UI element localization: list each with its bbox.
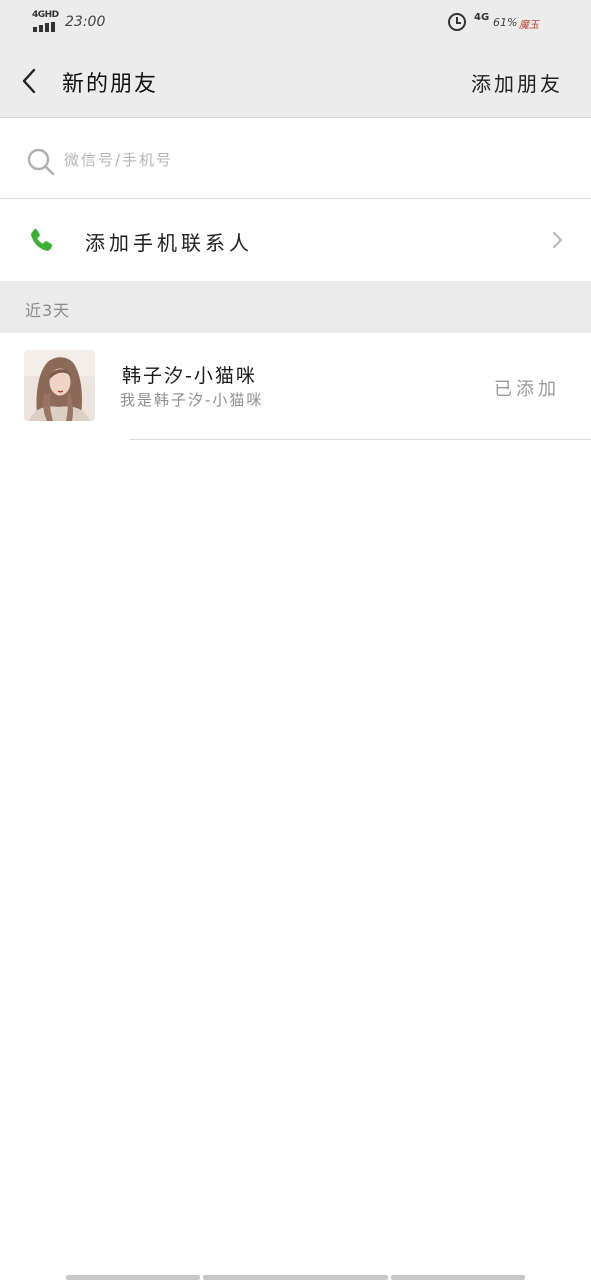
divider xyxy=(130,439,591,440)
avatar-image xyxy=(24,350,95,421)
section-label: 近3天 xyxy=(25,301,71,320)
top-area: 4GHD 23:00 4G 61% 魔玉 新的朋友 添加朋友 xyxy=(0,0,591,118)
chevron-right-icon xyxy=(552,231,563,249)
friend-message: 我是韩子汐-小猫咪 xyxy=(120,391,264,409)
chevron-left-icon xyxy=(22,68,36,94)
nav-bar: 新的朋友 添加朋友 xyxy=(0,46,591,118)
battery-level: 61% xyxy=(493,16,518,29)
friend-name: 韩子汐-小猫咪 xyxy=(122,365,257,387)
section-header: 近3天 xyxy=(0,281,591,333)
status-bar: 4GHD 23:00 4G 61% 魔玉 xyxy=(0,0,591,46)
phone-icon xyxy=(31,228,53,251)
page-title: 新的朋友 xyxy=(62,72,159,97)
alarm-clock-icon xyxy=(448,13,466,31)
search-input[interactable] xyxy=(64,147,544,173)
status-time: 23:00 xyxy=(65,14,106,30)
back-button[interactable] xyxy=(18,66,42,96)
search-bar[interactable] xyxy=(0,119,591,199)
avatar[interactable] xyxy=(24,350,95,421)
gesture-bar[interactable] xyxy=(66,1275,525,1280)
add-phone-contacts-row[interactable]: 添加手机联系人 xyxy=(0,200,591,281)
added-status: 已添加 xyxy=(494,379,560,400)
add-phone-contacts-label: 添加手机联系人 xyxy=(85,231,253,255)
search-icon xyxy=(27,148,55,176)
network-label: 4GHD xyxy=(32,10,59,20)
carrier-badge: 魔玉 xyxy=(519,20,539,31)
network-type: 4G xyxy=(474,12,490,23)
signal-icon: 4GHD xyxy=(32,10,60,32)
friend-request-item[interactable]: 韩子汐-小猫咪 我是韩子汐-小猫咪 已添加 xyxy=(0,333,591,440)
add-friend-button[interactable]: 添加朋友 xyxy=(471,68,563,97)
